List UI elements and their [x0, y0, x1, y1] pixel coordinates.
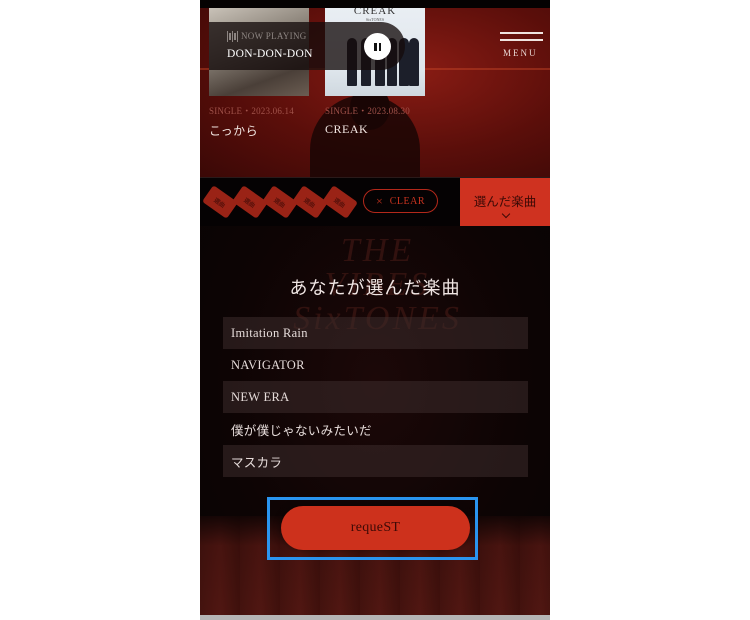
- figure: [409, 38, 419, 86]
- song-list: Imitation Rain NAVIGATOR NEW ERA 僕が僕じゃない…: [223, 317, 528, 477]
- menu-label: MENU: [503, 48, 538, 58]
- album-meta: SINGLE・2023.08.30: [325, 106, 410, 116]
- hamburger-icon: [500, 39, 543, 41]
- ticket-label: 選曲: [332, 197, 346, 210]
- album-title: CREAK: [325, 122, 369, 136]
- clear-label: CLEAR: [389, 195, 426, 207]
- hero-section: SINGLE・2023.06.14 こっから CREAK SixTONES SI…: [200, 0, 550, 177]
- selected-songs-tab[interactable]: 選んだ楽曲: [460, 178, 550, 226]
- clear-button[interactable]: × CLEAR: [363, 189, 438, 213]
- now-playing-label: NOW PLAYING: [241, 31, 307, 41]
- phone-screen: SINGLE・2023.06.14 こっから CREAK SixTONES SI…: [200, 0, 550, 615]
- close-icon: ×: [375, 194, 383, 208]
- pause-icon: [374, 42, 377, 51]
- album-title: こっから: [209, 124, 259, 138]
- hamburger-icon: [500, 32, 543, 34]
- request-label: requeST: [350, 520, 401, 535]
- ticket-label: 選曲: [212, 197, 226, 210]
- list-item: NEW ERA: [223, 381, 528, 413]
- list-item: NAVIGATOR: [231, 357, 305, 372]
- ticket-bar: 選曲 選曲 選曲 選曲 選曲 × CLEAR 選んだ楽曲: [200, 177, 550, 227]
- selected-tickets: 選曲 選曲 選曲 選曲 選曲: [201, 184, 360, 220]
- pause-button[interactable]: [364, 33, 391, 60]
- ticket-icon: 選曲: [321, 185, 359, 219]
- now-playing-bar: NOW PLAYING DON-DON-DON: [209, 22, 405, 70]
- bottom-bar: [200, 615, 550, 620]
- now-playing-track: DON-DON-DON: [227, 48, 313, 60]
- list-item: マスカラ: [223, 445, 528, 477]
- top-edge: [200, 0, 550, 8]
- ticket-label: 選曲: [302, 197, 316, 210]
- pause-icon: [378, 42, 381, 51]
- ticket-label: 選曲: [242, 197, 256, 210]
- album-meta: SINGLE・2023.06.14: [209, 106, 294, 116]
- ticket-label: 選曲: [272, 197, 286, 210]
- request-button[interactable]: requeST: [281, 506, 470, 550]
- equalizer-icon: [227, 31, 239, 42]
- chevron-down-icon: [501, 209, 511, 219]
- list-item: 僕が僕じゃないみたいだ: [231, 423, 372, 438]
- page-title: あなたが選んだ楽曲: [289, 278, 461, 298]
- selected-songs-label: 選んだ楽曲: [473, 195, 537, 209]
- album-art-title: CREAK: [353, 8, 397, 17]
- menu-button[interactable]: MENU: [500, 32, 544, 62]
- selected-songs-panel: THE VIBES SixTONES あなたが選んだ楽曲 Imitation R…: [200, 226, 550, 615]
- list-item: Imitation Rain: [223, 317, 528, 349]
